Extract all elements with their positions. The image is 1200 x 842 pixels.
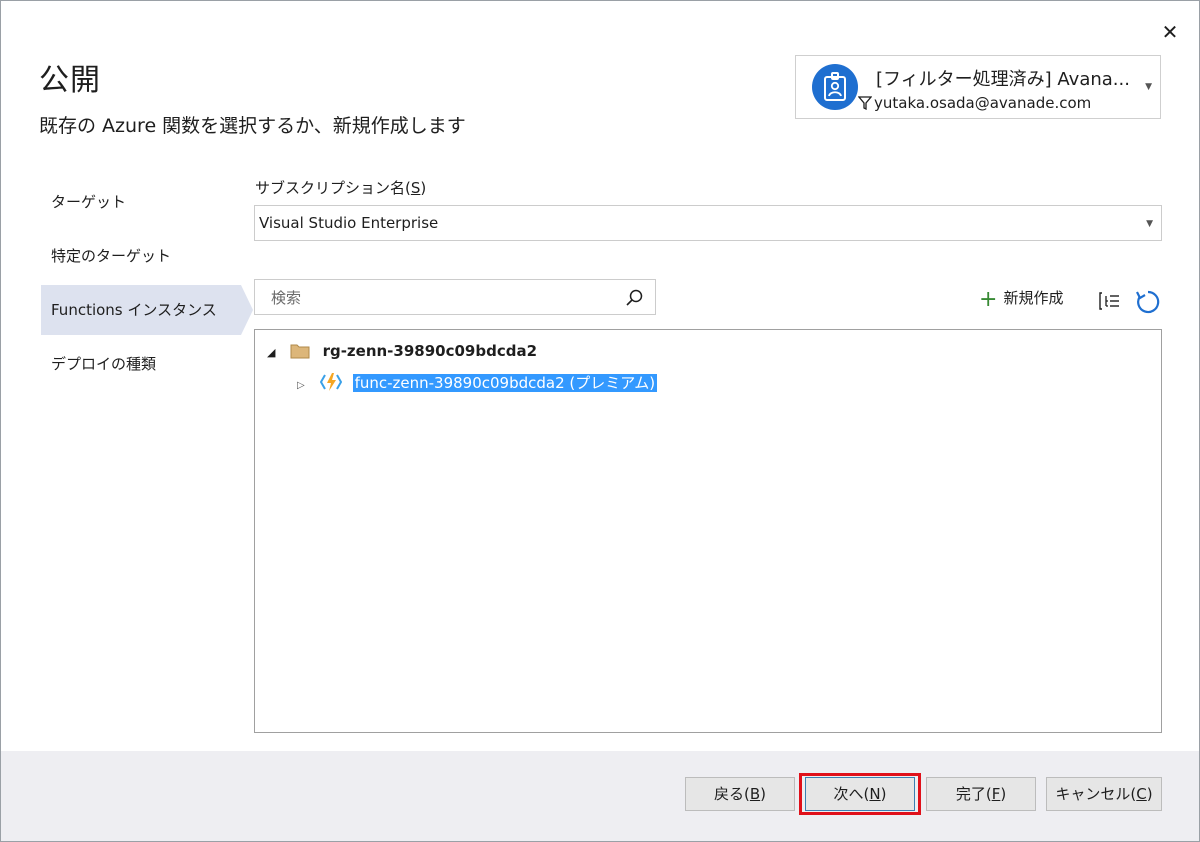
finish-button-label: 完了 [955, 785, 986, 803]
close-icon: ✕ [1161, 20, 1179, 44]
subscription-label-key: S [410, 179, 421, 197]
refresh-icon[interactable] [1135, 289, 1161, 319]
page-title: 公開 [39, 63, 101, 98]
tree-item-row[interactable]: ▷ func-zenn-39890c09bdcda2 (プレミアム) [297, 371, 658, 398]
close-button[interactable]: ✕ [1157, 19, 1183, 45]
account-name: [フィルター処理済み] Avana... [876, 69, 1130, 90]
resource-tree: ◢ rg-zenn-39890c09bdcda2 ▷ func-zenn-398… [254, 329, 1162, 733]
collapse-arrow-icon[interactable]: ▷ [297, 374, 315, 398]
plus-icon: + [979, 287, 998, 312]
tree-group-row[interactable]: ◢ rg-zenn-39890c09bdcda2 [267, 339, 537, 363]
search-input[interactable] [255, 280, 633, 316]
account-email-row: yutaka.osada@avanade.com [857, 94, 1092, 114]
finish-button[interactable]: 完了(F) [926, 777, 1036, 811]
account-selector[interactable]: [フィルター処理済み] Avana... yutaka.osada@avanad… [795, 55, 1161, 119]
next-button[interactable]: 次へ(N) [805, 777, 915, 811]
subscription-label: サブスクリプション名(S) [255, 177, 426, 198]
expand-arrow-icon[interactable]: ◢ [267, 341, 285, 365]
new-button[interactable]: + 新規作成 [979, 287, 1063, 312]
back-button[interactable]: 戻る(B) [685, 777, 795, 811]
folder-icon [290, 342, 310, 366]
tree-view-icon[interactable] [1098, 291, 1122, 315]
cancel-button[interactable]: キャンセル(C) [1046, 777, 1162, 811]
page-subtitle: 既存の Azure 関数を選択するか、新規作成します [39, 115, 466, 137]
finish-button-key: F [991, 785, 1001, 803]
new-button-label: 新規作成 [1003, 289, 1064, 307]
subscription-select[interactable]: Visual Studio Enterprise ▼ [254, 205, 1162, 241]
cancel-button-label: キャンセル [1055, 785, 1131, 803]
subscription-label-text: サブスクリプション名( [255, 179, 411, 197]
search-icon[interactable] [625, 288, 645, 312]
account-email: yutaka.osada@avanade.com [874, 94, 1092, 112]
next-button-key: N [869, 785, 881, 803]
publish-dialog: ✕ 公開 既存の Azure 関数を選択するか、新規作成します [フィルター処理… [0, 0, 1200, 842]
nav-item-label: Functions インスタンス [51, 301, 217, 319]
nav-item-specific-target[interactable]: 特定のターゲット [41, 231, 241, 281]
nav-item-label: デプロイの種類 [51, 355, 157, 373]
resource-group-label: rg-zenn-39890c09bdcda2 [322, 342, 538, 360]
nav-item-functions-instance[interactable]: Functions インスタンス [41, 285, 253, 335]
wizard-steps: ターゲット 特定のターゲット Functions インスタンス デプロイの種類 [41, 177, 253, 393]
subscription-label-suffix: ) [420, 179, 427, 197]
back-button-label: 戻る [713, 785, 744, 803]
azure-functions-icon [319, 372, 342, 399]
function-app-label: func-zenn-39890c09bdcda2 (プレミアム) [352, 374, 658, 392]
next-button-label: 次へ [833, 785, 864, 803]
search-box [254, 279, 656, 316]
filter-icon [857, 96, 873, 114]
back-button-key: B [749, 785, 761, 803]
nav-item-deploy-type[interactable]: デプロイの種類 [41, 339, 241, 389]
subscription-value: Visual Studio Enterprise [259, 214, 439, 232]
badge-icon [812, 64, 858, 110]
chevron-down-icon: ▼ [1145, 82, 1152, 92]
nav-item-label: ターゲット [51, 193, 127, 211]
chevron-down-icon: ▼ [1146, 219, 1153, 229]
nav-item-target[interactable]: ターゲット [41, 177, 241, 227]
cancel-button-key: C [1136, 785, 1147, 803]
nav-item-label: 特定のターゲット [51, 247, 172, 265]
